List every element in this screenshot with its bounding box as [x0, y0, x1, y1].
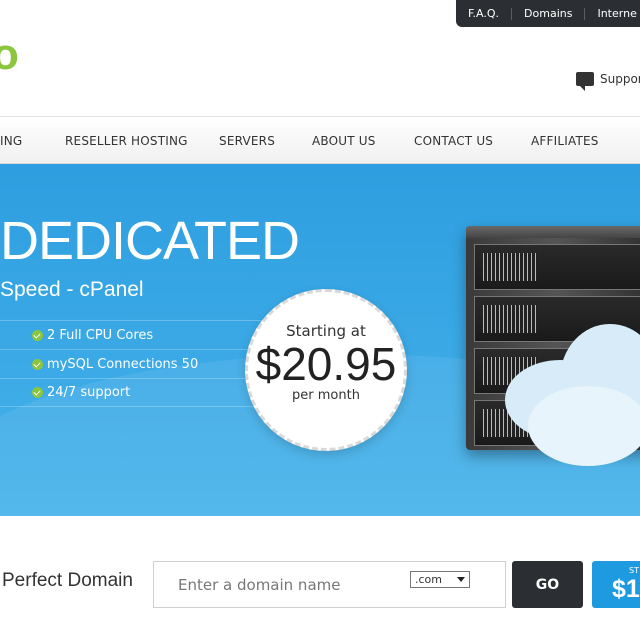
feature-label: mySQL Connections 50 — [47, 356, 199, 372]
faq-link[interactable]: F.A.Q. — [456, 7, 513, 20]
domains-link[interactable]: Domains — [512, 7, 586, 20]
go-button[interactable]: GO — [512, 561, 583, 608]
tld-select[interactable]: .com — [410, 571, 470, 588]
nav-item-servers[interactable]: SERVERS — [219, 117, 275, 165]
main-nav: ING RESELLER HOSTING SERVERS ABOUT US CO… — [0, 116, 640, 164]
hero-title: DEDICATED — [0, 211, 300, 271]
support-label: Support — [600, 72, 640, 86]
feature-label: 2 Full CPU Cores — [47, 327, 154, 343]
check-icon — [32, 387, 43, 398]
domain-search-label: Perfect Domain — [2, 570, 133, 591]
feature-list: 2 Full CPU Cores mySQL Connections 50 24… — [0, 320, 262, 407]
logo[interactable]: o — [0, 30, 19, 80]
promo-price: $1 — [612, 575, 640, 603]
hero-banner[interactable]: DEDICATED Speed - cPanel 2 Full CPU Core… — [0, 164, 640, 516]
support-link[interactable]: Support — [576, 72, 640, 91]
promo-button[interactable]: ST $1 — [592, 561, 640, 608]
top-bar: F.A.Q. Domains Interne — [456, 0, 640, 27]
price-amount: $20.95 — [255, 338, 397, 390]
nav-item-about-us[interactable]: ABOUT US — [312, 117, 376, 165]
tld-selected-value: .com — [415, 573, 442, 586]
feature-label: 24/7 support — [47, 385, 131, 400]
page: F.A.Q. Domains Interne o Support ING RES… — [0, 0, 640, 640]
price-period: per month — [292, 388, 360, 403]
nav-item-hosting[interactable]: ING — [0, 117, 22, 165]
check-icon — [32, 329, 43, 341]
feature-item: 24/7 support — [0, 378, 262, 407]
internet-link[interactable]: Interne — [585, 7, 640, 20]
chat-icon — [576, 72, 594, 91]
domain-search-box: .com — [153, 561, 506, 608]
hero-subtitle: Speed - cPanel — [0, 278, 144, 301]
feature-item: mySQL Connections 50 — [0, 349, 262, 378]
domain-input[interactable] — [154, 562, 394, 607]
price-badge: Starting at $20.95 per month — [245, 289, 407, 451]
nav-item-contact-us[interactable]: CONTACT US — [414, 117, 493, 165]
nav-item-affiliates[interactable]: AFFILIATES — [531, 117, 599, 165]
check-icon — [32, 358, 43, 370]
chevron-down-icon — [457, 577, 465, 582]
nav-item-reseller-hosting[interactable]: RESELLER HOSTING — [65, 117, 188, 165]
promo-label: ST — [629, 566, 639, 575]
feature-item: 2 Full CPU Cores — [0, 320, 262, 349]
